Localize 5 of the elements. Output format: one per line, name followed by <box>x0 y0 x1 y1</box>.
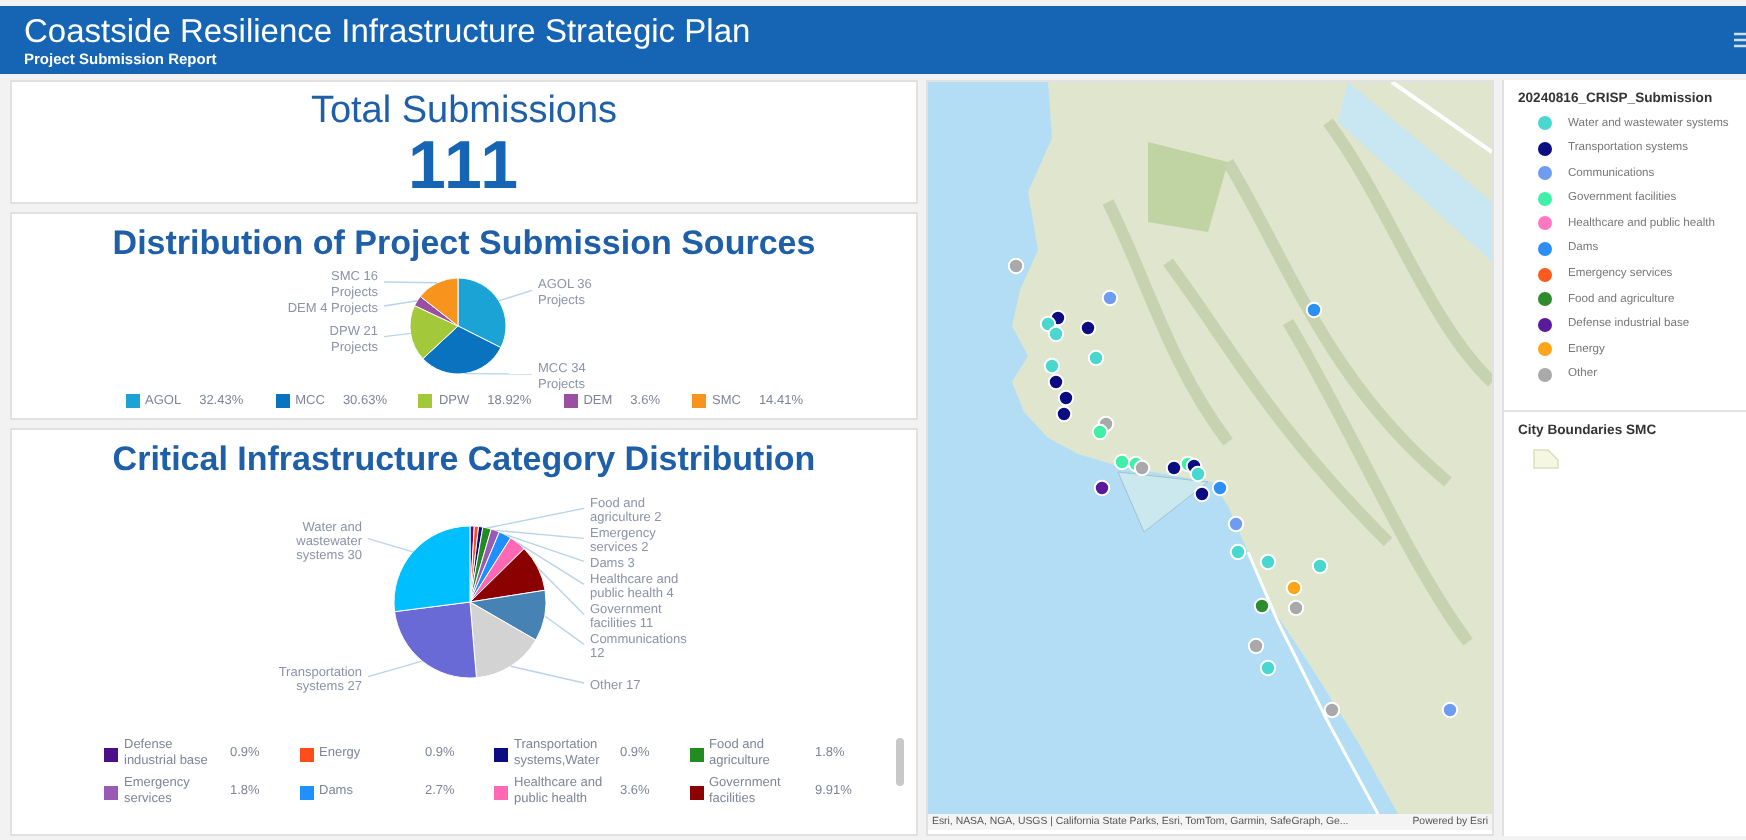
card-title: Critical Infrastructure Category Distribution <box>112 438 816 482</box>
total-count: 111 <box>408 134 520 198</box>
dashboard-title: Coastside Resilience Infrastructure Strategic Plan <box>24 13 751 49</box>
card-title: Distribution of Project Submission Sources <box>112 222 816 266</box>
card-title: Total Submissions <box>310 90 618 134</box>
